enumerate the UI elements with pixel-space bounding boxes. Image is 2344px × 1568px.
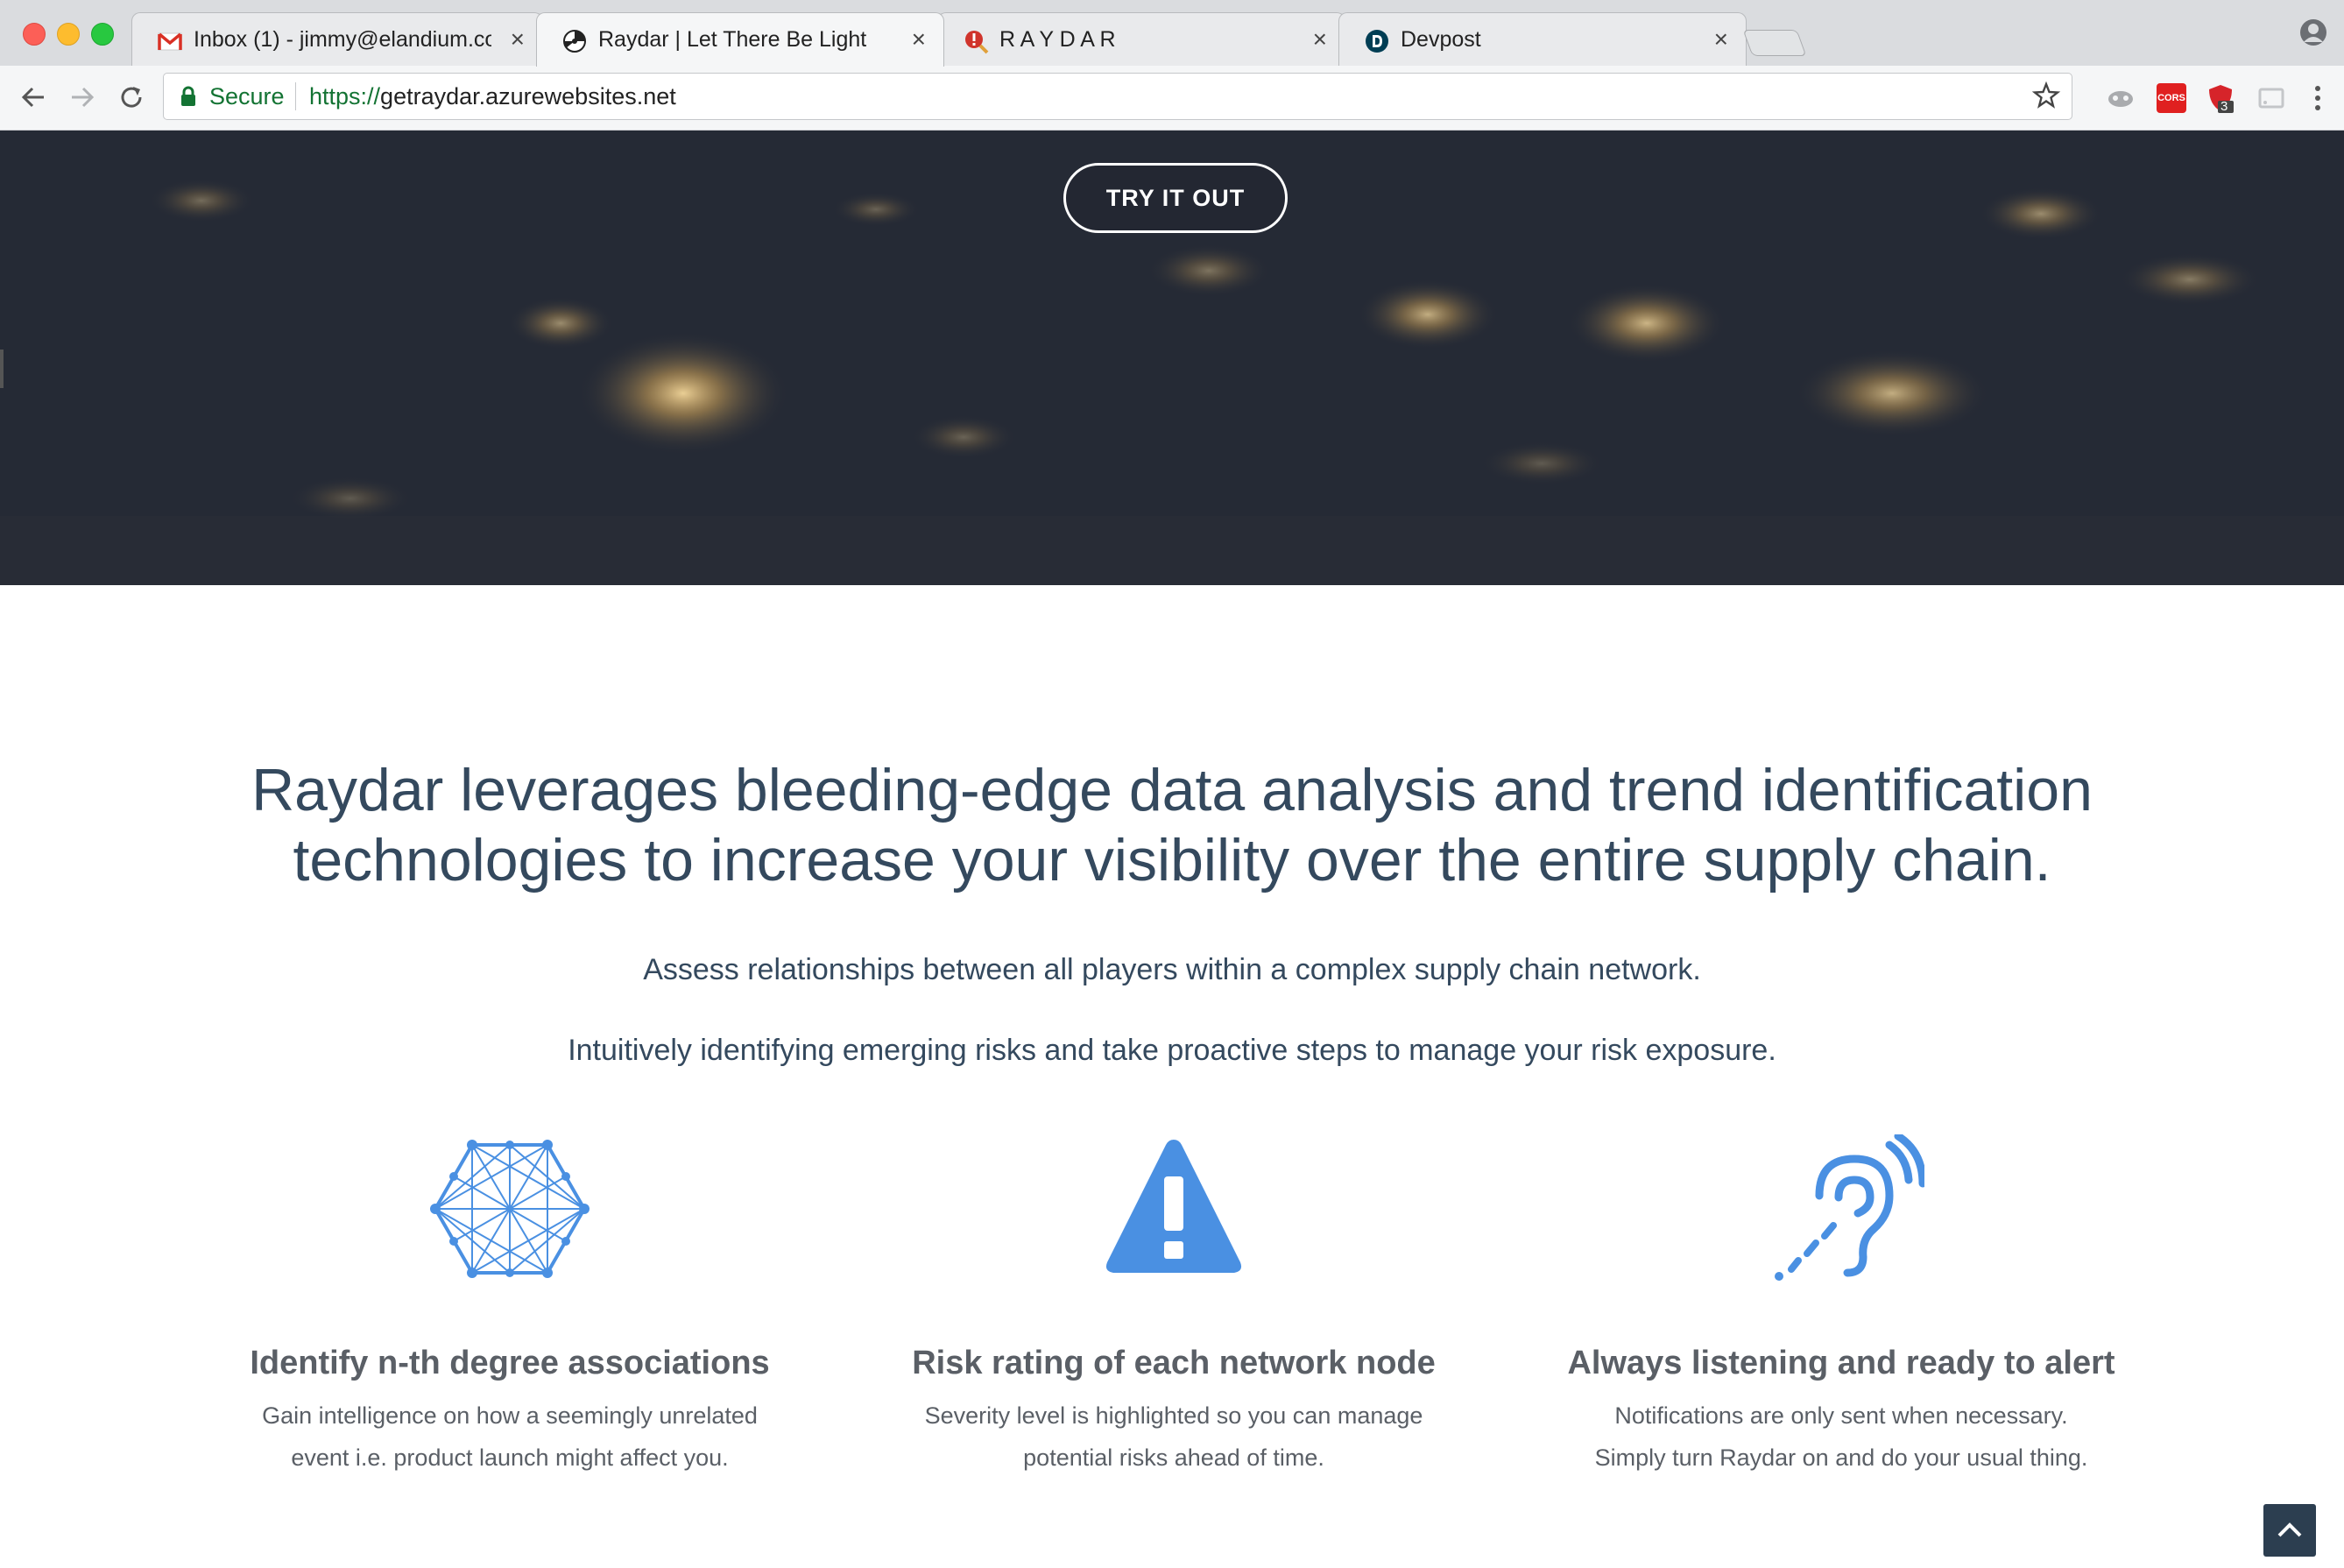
ublock-extension-icon[interactable]: 3 — [2206, 83, 2235, 114]
warning-triangle-icon — [1105, 1140, 1242, 1273]
lock-icon — [181, 86, 195, 106]
extension-badge: 3 — [2220, 99, 2228, 114]
gmail-icon — [158, 32, 182, 51]
new-tab-button[interactable] — [1742, 30, 1807, 56]
cast-extension-icon[interactable] — [2256, 83, 2286, 113]
address-bar[interactable]: Secure https://getraydar.azurewebsites.n… — [163, 73, 2072, 120]
window-close-button[interactable] — [23, 23, 46, 46]
raydar-alert-favicon — [965, 31, 989, 54]
url-text[interactable]: https://getraydar.azurewebsites.net — [309, 83, 676, 110]
feature-description: Severity level is highlighted so you can… — [924, 1402, 1423, 1471]
feature-description: Gain intelligence on how a seemingly unr… — [262, 1402, 758, 1471]
intro-line-1: Assess relationships between all players… — [643, 953, 1701, 986]
window-zoom-button[interactable] — [91, 23, 114, 46]
browser-tab-bar: Inbox (1) - jimmy@elandium.co × Raydar |… — [0, 0, 2344, 67]
feature-associations: Identify n-th degree associations Gain i… — [177, 1134, 843, 1479]
feature-title: Always listening and ready to alert — [1567, 1345, 2115, 1381]
tab-raydar-home[interactable]: Raydar | Let There Be Light × — [536, 12, 944, 67]
profile-icon[interactable] — [2298, 18, 2328, 47]
reload-icon[interactable] — [116, 81, 147, 113]
try-it-out-button[interactable]: TRY IT OUT — [1063, 163, 1288, 233]
browser-menu-icon[interactable] — [2314, 83, 2321, 113]
listening-ear-icon — [1775, 1134, 1924, 1281]
tab-inbox[interactable]: Inbox (1) - jimmy@elandium.co × — [131, 12, 543, 66]
devpost-icon — [1366, 30, 1388, 53]
feature-risk-rating: Risk rating of each network node Severit… — [841, 1134, 1507, 1479]
chevron-up-icon — [2277, 1522, 2302, 1537]
close-tab-icon[interactable]: × — [1714, 25, 1728, 53]
scroll-to-top-button[interactable] — [2263, 1504, 2316, 1557]
close-tab-icon[interactable]: × — [1313, 25, 1327, 53]
tab-title: Devpost — [1401, 27, 1481, 52]
tab-title: Inbox (1) - jimmy@elandium.co — [194, 27, 491, 52]
bookmark-star-icon[interactable] — [2031, 81, 2061, 110]
intro-headline: Raydar leverages bleeding-edge data anal… — [251, 757, 2093, 893]
network-hexagon-icon — [430, 1140, 590, 1278]
browser-toolbar: Secure https://getraydar.azurewebsites.n… — [0, 66, 2344, 131]
raydar-favicon — [563, 30, 586, 53]
security-label: Secure — [209, 83, 285, 109]
close-tab-icon[interactable]: × — [912, 25, 926, 53]
feature-description: Notifications are only sent when necessa… — [1594, 1402, 2088, 1471]
cors-extension-icon[interactable]: CORS — [2157, 83, 2186, 113]
tab-title: Raydar | Let There Be Light — [598, 27, 867, 52]
intro-line-2: Intuitively identifying emerging risks a… — [568, 1034, 1776, 1067]
feature-title: Identify n-th degree associations — [250, 1345, 770, 1381]
scroll-edge-marker — [0, 350, 4, 388]
window-minimize-button[interactable] — [57, 23, 80, 46]
back-arrow-icon[interactable] — [18, 81, 49, 113]
omnibox-divider — [295, 82, 296, 110]
tab-title: R A Y D A R — [999, 27, 1116, 52]
mask-extension-icon[interactable] — [2106, 83, 2136, 113]
tab-raydar[interactable]: R A Y D A R × — [937, 12, 1345, 66]
tab-devpost[interactable]: Devpost × — [1338, 12, 1747, 66]
forward-arrow-icon[interactable] — [67, 81, 98, 113]
feature-listening: Always listening and ready to alert Noti… — [1508, 1134, 2174, 1479]
close-tab-icon[interactable]: × — [511, 25, 525, 53]
feature-title: Risk rating of each network node — [912, 1345, 1436, 1381]
hero-banner: TRY IT OUT — [0, 131, 2344, 585]
